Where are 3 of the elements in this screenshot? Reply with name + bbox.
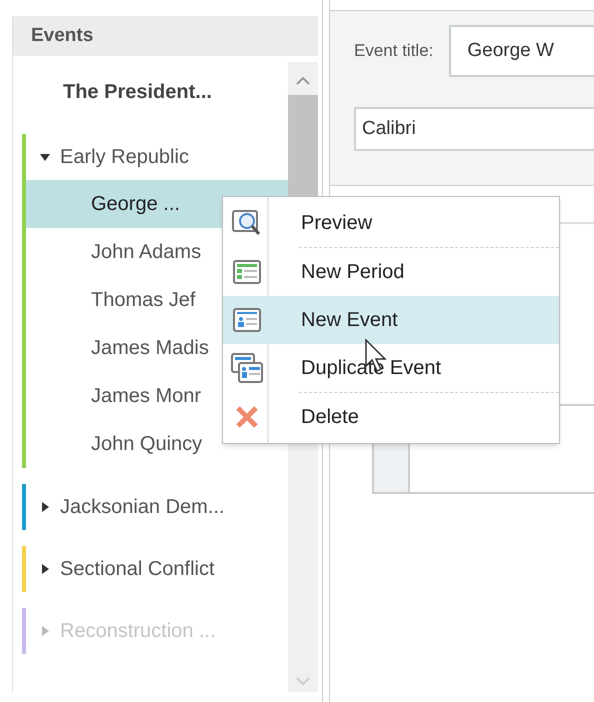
field-label: Event title: <box>354 40 434 62</box>
project-title: The President... <box>63 80 212 105</box>
panel-title: Events <box>31 24 94 48</box>
